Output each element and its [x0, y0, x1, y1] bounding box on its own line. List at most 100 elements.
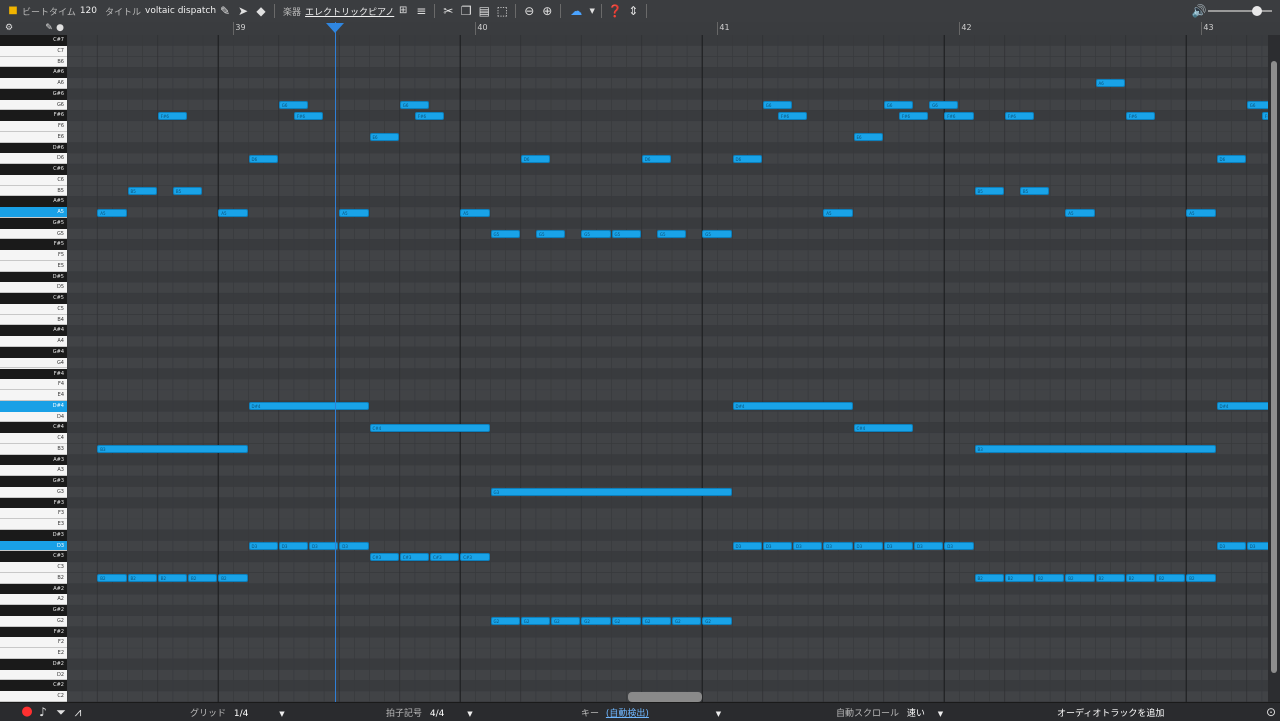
midi-note[interactable]: A5 — [460, 208, 490, 217]
piano-key[interactable]: C2 — [0, 691, 67, 702]
metronome-icon[interactable]: ♪ — [35, 704, 51, 720]
settings-dot-icon[interactable]: ● — [52, 20, 68, 36]
midi-note[interactable]: B5 — [127, 186, 157, 195]
chevron-down-icon[interactable]: ▼ — [938, 710, 943, 718]
midi-note[interactable]: A5 — [1186, 208, 1216, 217]
piano-key[interactable]: G4 — [0, 357, 67, 369]
midi-note[interactable]: G5 — [581, 230, 611, 239]
time-sig-value[interactable]: 4/4 — [430, 709, 444, 719]
midi-note[interactable]: A5 — [339, 208, 369, 217]
midi-note[interactable]: G5 — [490, 230, 520, 239]
midi-note[interactable]: D3 — [914, 542, 944, 550]
piano-keyboard[interactable]: C#7 C7 B6 A#6 A6 G#6 G6 F#6 F6 E6 D#6 D6 C#6 C6 B5 A#5 A… — [0, 35, 67, 702]
midi-note[interactable]: G6 — [883, 100, 913, 109]
piano-key[interactable]: A#5 — [0, 196, 67, 208]
midi-note[interactable]: B3 — [97, 445, 248, 454]
add-audio-track-button[interactable]: オーディオトラックを追加 — [1057, 706, 1164, 719]
piano-key[interactable]: D5 — [0, 282, 67, 294]
time-signature-setting[interactable]: 拍子記号 4/4 ▼ — [386, 706, 473, 719]
midi-note[interactable]: D6 — [641, 154, 671, 163]
piano-key[interactable]: A#2 — [0, 583, 67, 595]
midi-note[interactable]: B2 — [1004, 574, 1034, 583]
piano-key[interactable]: C4 — [0, 433, 67, 444]
piano-key[interactable]: G6 — [0, 99, 67, 111]
piano-key[interactable]: D#5 — [0, 271, 67, 283]
midi-note[interactable]: D6 — [248, 154, 278, 163]
vertical-scroll-thumb[interactable] — [1271, 61, 1277, 673]
midi-note[interactable]: F#6 — [157, 111, 187, 120]
beat-time[interactable]: ■ ビートタイム 120 — [4, 3, 97, 19]
midi-note[interactable]: G5 — [611, 230, 641, 239]
midi-note[interactable]: D3 — [944, 542, 974, 550]
piano-key[interactable]: G3 — [0, 486, 67, 498]
title-value[interactable]: voltaic dispatch — [145, 6, 216, 16]
midi-note[interactable]: E6 — [369, 133, 399, 142]
midi-note[interactable]: F#6 — [414, 111, 445, 120]
select-box-icon[interactable]: ⬚ — [494, 3, 510, 19]
autoscroll-setting[interactable]: 自動スクロール 速い ▼ — [836, 706, 943, 719]
midi-note[interactable]: G6 — [762, 100, 792, 109]
cut-scissors-icon[interactable]: ✂ — [440, 3, 456, 19]
piano-key[interactable]: A#3 — [0, 454, 67, 466]
midi-note[interactable]: G2 — [672, 617, 702, 626]
midi-note[interactable]: C#3 — [399, 552, 429, 561]
piano-key[interactable]: F#6 — [0, 110, 67, 122]
piano-key[interactable]: C6 — [0, 174, 67, 186]
piano-key[interactable]: C#4 — [0, 422, 67, 434]
copy-icon[interactable]: ❐ — [458, 3, 474, 19]
piano-key[interactable]: C#2 — [0, 680, 67, 692]
piano-key[interactable]: A5 — [0, 207, 67, 218]
zoom-out-icon[interactable]: ⊖ — [521, 3, 537, 19]
midi-note[interactable]: D6 — [1216, 154, 1246, 163]
gear-icon[interactable]: ⚙ — [1, 20, 17, 36]
instrument-select[interactable]: 楽器 エレクトリックピアノ — [283, 5, 394, 18]
piano-key[interactable]: F#3 — [0, 497, 67, 509]
piano-key[interactable]: G2 — [0, 615, 67, 627]
midi-note[interactable]: D#4 — [248, 402, 369, 411]
volume-knob[interactable] — [1252, 6, 1262, 16]
midi-note[interactable]: D3 — [278, 542, 308, 550]
midi-note[interactable]: F#6 — [293, 111, 324, 120]
midi-note[interactable]: G6 — [399, 100, 429, 109]
playhead-line[interactable] — [335, 22, 336, 702]
paste-icon[interactable]: ▤ — [476, 3, 492, 19]
midi-note[interactable]: G5 — [702, 230, 732, 239]
piano-key[interactable]: B2 — [0, 572, 67, 584]
piano-key[interactable]: E5 — [0, 260, 67, 272]
beat-time-value[interactable]: 120 — [80, 6, 97, 16]
midi-note[interactable]: B2 — [127, 574, 157, 583]
midi-note[interactable]: C#4 — [853, 423, 913, 432]
midi-note[interactable]: G2 — [611, 617, 641, 626]
midi-note[interactable]: D#4 — [1216, 402, 1268, 411]
midi-note[interactable]: E6 — [853, 133, 883, 142]
midi-note[interactable]: A5 — [823, 208, 853, 217]
piano-key[interactable]: E6 — [0, 131, 67, 143]
piano-key[interactable]: B6 — [0, 56, 67, 68]
playhead-marker-icon[interactable] — [326, 23, 344, 33]
piano-key[interactable]: D2 — [0, 669, 67, 681]
midi-note[interactable]: G6 — [929, 100, 959, 109]
piano-key[interactable]: F5 — [0, 250, 67, 261]
midi-note[interactable]: A5 — [218, 208, 248, 217]
piano-key[interactable]: G5 — [0, 228, 67, 240]
vertical-scrollbar[interactable] — [1268, 35, 1280, 702]
chevron-down-icon[interactable]: ▼ — [588, 3, 596, 19]
midi-note[interactable]: G2 — [551, 617, 581, 626]
piano-key[interactable]: G#3 — [0, 476, 67, 487]
piano-key[interactable]: A3 — [0, 465, 67, 477]
midi-note[interactable]: C#4 — [369, 423, 490, 432]
midi-note[interactable]: B2 — [1125, 574, 1155, 583]
midi-note[interactable]: C#3 — [460, 552, 490, 561]
midi-note[interactable]: D3 — [1246, 542, 1268, 550]
piano-key[interactable]: C#5 — [0, 293, 67, 304]
piano-key[interactable]: B4 — [0, 314, 67, 326]
midi-note[interactable]: B5 — [1019, 186, 1050, 195]
midi-note[interactable]: D3 — [883, 542, 913, 550]
eraser-icon[interactable]: ◆ — [253, 3, 269, 19]
filter-icon[interactable]: ⏷ — [53, 704, 69, 720]
midi-note[interactable]: D#4 — [732, 402, 853, 411]
piano-key[interactable]: A2 — [0, 594, 67, 606]
midi-note[interactable]: D6 — [732, 154, 762, 163]
midi-note[interactable]: B5 — [974, 186, 1004, 195]
midi-note[interactable]: D3 — [793, 542, 823, 550]
